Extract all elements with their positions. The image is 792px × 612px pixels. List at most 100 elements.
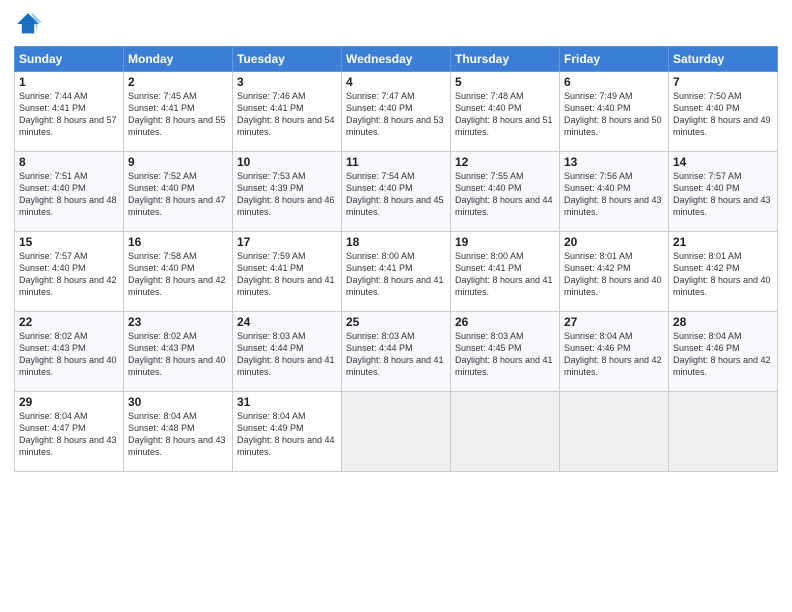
day-number: 8	[19, 155, 119, 169]
day-number: 31	[237, 395, 337, 409]
calendar-cell: 8 Sunrise: 7:51 AMSunset: 4:40 PMDaylight…	[15, 152, 124, 232]
cell-info: Sunrise: 7:57 AMSunset: 4:40 PMDaylight:…	[673, 171, 771, 217]
day-number: 4	[346, 75, 446, 89]
cell-info: Sunrise: 8:04 AMSunset: 4:46 PMDaylight:…	[564, 331, 662, 377]
calendar-cell: 29 Sunrise: 8:04 AMSunset: 4:47 PMDayligh…	[15, 392, 124, 472]
calendar-cell: 17 Sunrise: 7:59 AMSunset: 4:41 PMDayligh…	[233, 232, 342, 312]
cell-info: Sunrise: 7:45 AMSunset: 4:41 PMDaylight:…	[128, 91, 226, 137]
calendar-cell: 2 Sunrise: 7:45 AMSunset: 4:41 PMDaylight…	[124, 72, 233, 152]
calendar-cell: 27 Sunrise: 8:04 AMSunset: 4:46 PMDayligh…	[560, 312, 669, 392]
cell-info: Sunrise: 7:51 AMSunset: 4:40 PMDaylight:…	[19, 171, 117, 217]
calendar-cell: 26 Sunrise: 8:03 AMSunset: 4:45 PMDayligh…	[451, 312, 560, 392]
cell-info: Sunrise: 7:56 AMSunset: 4:40 PMDaylight:…	[564, 171, 662, 217]
calendar-week-row: 22 Sunrise: 8:02 AMSunset: 4:43 PMDayligh…	[15, 312, 778, 392]
day-number: 2	[128, 75, 228, 89]
calendar-cell: 25 Sunrise: 8:03 AMSunset: 4:44 PMDayligh…	[342, 312, 451, 392]
calendar-cell: 28 Sunrise: 8:04 AMSunset: 4:46 PMDayligh…	[669, 312, 778, 392]
day-number: 12	[455, 155, 555, 169]
calendar-cell	[669, 392, 778, 472]
day-number: 27	[564, 315, 664, 329]
day-number: 16	[128, 235, 228, 249]
cell-info: Sunrise: 8:03 AMSunset: 4:45 PMDaylight:…	[455, 331, 553, 377]
calendar-week-row: 1Sunrise: 7:44 AMSunset: 4:41 PMDaylight…	[15, 72, 778, 152]
cell-info: Sunrise: 8:04 AMSunset: 4:49 PMDaylight:…	[237, 411, 335, 457]
day-number: 20	[564, 235, 664, 249]
cell-info: Sunrise: 7:52 AMSunset: 4:40 PMDaylight:…	[128, 171, 226, 217]
day-number: 11	[346, 155, 446, 169]
cell-info: Sunrise: 8:02 AMSunset: 4:43 PMDaylight:…	[128, 331, 226, 377]
calendar-cell: 24 Sunrise: 8:03 AMSunset: 4:44 PMDayligh…	[233, 312, 342, 392]
header-friday: Friday	[560, 47, 669, 72]
calendar-cell: 7 Sunrise: 7:50 AMSunset: 4:40 PMDaylight…	[669, 72, 778, 152]
header-sunday: Sunday	[15, 47, 124, 72]
cell-info: Sunrise: 8:02 AMSunset: 4:43 PMDaylight:…	[19, 331, 117, 377]
day-number: 28	[673, 315, 773, 329]
calendar-cell: 14Sunrise: 7:57 AMSunset: 4:40 PMDayligh…	[669, 152, 778, 232]
day-number: 17	[237, 235, 337, 249]
calendar-cell	[560, 392, 669, 472]
cell-info: Sunrise: 7:47 AMSunset: 4:40 PMDaylight:…	[346, 91, 444, 137]
cell-info: Sunrise: 8:03 AMSunset: 4:44 PMDaylight:…	[237, 331, 335, 377]
page-container: Sunday Monday Tuesday Wednesday Thursday…	[0, 0, 792, 612]
cell-info: Sunrise: 7:44 AMSunset: 4:41 PMDaylight:…	[19, 91, 117, 137]
calendar-cell: 4 Sunrise: 7:47 AMSunset: 4:40 PMDaylight…	[342, 72, 451, 152]
cell-info: Sunrise: 7:50 AMSunset: 4:40 PMDaylight:…	[673, 91, 771, 137]
calendar-cell: 1Sunrise: 7:44 AMSunset: 4:41 PMDaylight…	[15, 72, 124, 152]
calendar-cell: 23Sunrise: 8:02 AMSunset: 4:43 PMDayligh…	[124, 312, 233, 392]
cell-info: Sunrise: 8:04 AMSunset: 4:47 PMDaylight:…	[19, 411, 117, 457]
cell-info: Sunrise: 7:54 AMSunset: 4:40 PMDaylight:…	[346, 171, 444, 217]
calendar-cell: 11 Sunrise: 7:54 AMSunset: 4:40 PMDayligh…	[342, 152, 451, 232]
cell-info: Sunrise: 8:01 AMSunset: 4:42 PMDaylight:…	[673, 251, 771, 297]
cell-info: Sunrise: 8:04 AMSunset: 4:46 PMDaylight:…	[673, 331, 771, 377]
calendar-cell: 18Sunrise: 8:00 AMSunset: 4:41 PMDayligh…	[342, 232, 451, 312]
calendar-week-row: 15 Sunrise: 7:57 AMSunset: 4:40 PMDayligh…	[15, 232, 778, 312]
calendar-cell: 9Sunrise: 7:52 AMSunset: 4:40 PMDaylight…	[124, 152, 233, 232]
calendar-cell: 19 Sunrise: 8:00 AMSunset: 4:41 PMDayligh…	[451, 232, 560, 312]
cell-info: Sunrise: 7:55 AMSunset: 4:40 PMDaylight:…	[455, 171, 553, 217]
day-number: 19	[455, 235, 555, 249]
day-number: 26	[455, 315, 555, 329]
cell-info: Sunrise: 7:57 AMSunset: 4:40 PMDaylight:…	[19, 251, 117, 297]
calendar-cell: 20 Sunrise: 8:01 AMSunset: 4:42 PMDayligh…	[560, 232, 669, 312]
day-number: 15	[19, 235, 119, 249]
day-number: 6	[564, 75, 664, 89]
page-header	[14, 10, 778, 38]
cell-info: Sunrise: 8:01 AMSunset: 4:42 PMDaylight:…	[564, 251, 662, 297]
cell-info: Sunrise: 7:53 AMSunset: 4:39 PMDaylight:…	[237, 171, 335, 217]
calendar-cell: 13Sunrise: 7:56 AMSunset: 4:40 PMDayligh…	[560, 152, 669, 232]
day-number: 21	[673, 235, 773, 249]
calendar-cell: 12 Sunrise: 7:55 AMSunset: 4:40 PMDayligh…	[451, 152, 560, 232]
day-number: 22	[19, 315, 119, 329]
day-number: 25	[346, 315, 446, 329]
cell-info: Sunrise: 7:46 AMSunset: 4:41 PMDaylight:…	[237, 91, 335, 137]
cell-info: Sunrise: 8:00 AMSunset: 4:41 PMDaylight:…	[455, 251, 553, 297]
cell-info: Sunrise: 8:04 AMSunset: 4:48 PMDaylight:…	[128, 411, 226, 457]
header-thursday: Thursday	[451, 47, 560, 72]
calendar-cell: 10 Sunrise: 7:53 AMSunset: 4:39 PMDayligh…	[233, 152, 342, 232]
day-number: 10	[237, 155, 337, 169]
calendar-cell: 31 Sunrise: 8:04 AMSunset: 4:49 PMDayligh…	[233, 392, 342, 472]
cell-info: Sunrise: 7:48 AMSunset: 4:40 PMDaylight:…	[455, 91, 553, 137]
calendar-cell: 30Sunrise: 8:04 AMSunset: 4:48 PMDayligh…	[124, 392, 233, 472]
header-monday: Monday	[124, 47, 233, 72]
logo	[14, 10, 46, 38]
calendar-cell	[451, 392, 560, 472]
calendar-cell: 6 Sunrise: 7:49 AMSunset: 4:40 PMDaylight…	[560, 72, 669, 152]
calendar-week-row: 29 Sunrise: 8:04 AMSunset: 4:47 PMDayligh…	[15, 392, 778, 472]
weekday-header-row: Sunday Monday Tuesday Wednesday Thursday…	[15, 47, 778, 72]
calendar-week-row: 8 Sunrise: 7:51 AMSunset: 4:40 PMDaylight…	[15, 152, 778, 232]
calendar-cell: 16 Sunrise: 7:58 AMSunset: 4:40 PMDayligh…	[124, 232, 233, 312]
day-number: 7	[673, 75, 773, 89]
calendar-cell: 21 Sunrise: 8:01 AMSunset: 4:42 PMDayligh…	[669, 232, 778, 312]
day-number: 29	[19, 395, 119, 409]
calendar-cell	[342, 392, 451, 472]
cell-info: Sunrise: 8:03 AMSunset: 4:44 PMDaylight:…	[346, 331, 444, 377]
day-number: 24	[237, 315, 337, 329]
cell-info: Sunrise: 7:58 AMSunset: 4:40 PMDaylight:…	[128, 251, 226, 297]
day-number: 3	[237, 75, 337, 89]
calendar-cell: 22 Sunrise: 8:02 AMSunset: 4:43 PMDayligh…	[15, 312, 124, 392]
cell-info: Sunrise: 7:59 AMSunset: 4:41 PMDaylight:…	[237, 251, 335, 297]
calendar-cell: 3 Sunrise: 7:46 AMSunset: 4:41 PMDaylight…	[233, 72, 342, 152]
day-number: 18	[346, 235, 446, 249]
cell-info: Sunrise: 7:49 AMSunset: 4:40 PMDaylight:…	[564, 91, 662, 137]
